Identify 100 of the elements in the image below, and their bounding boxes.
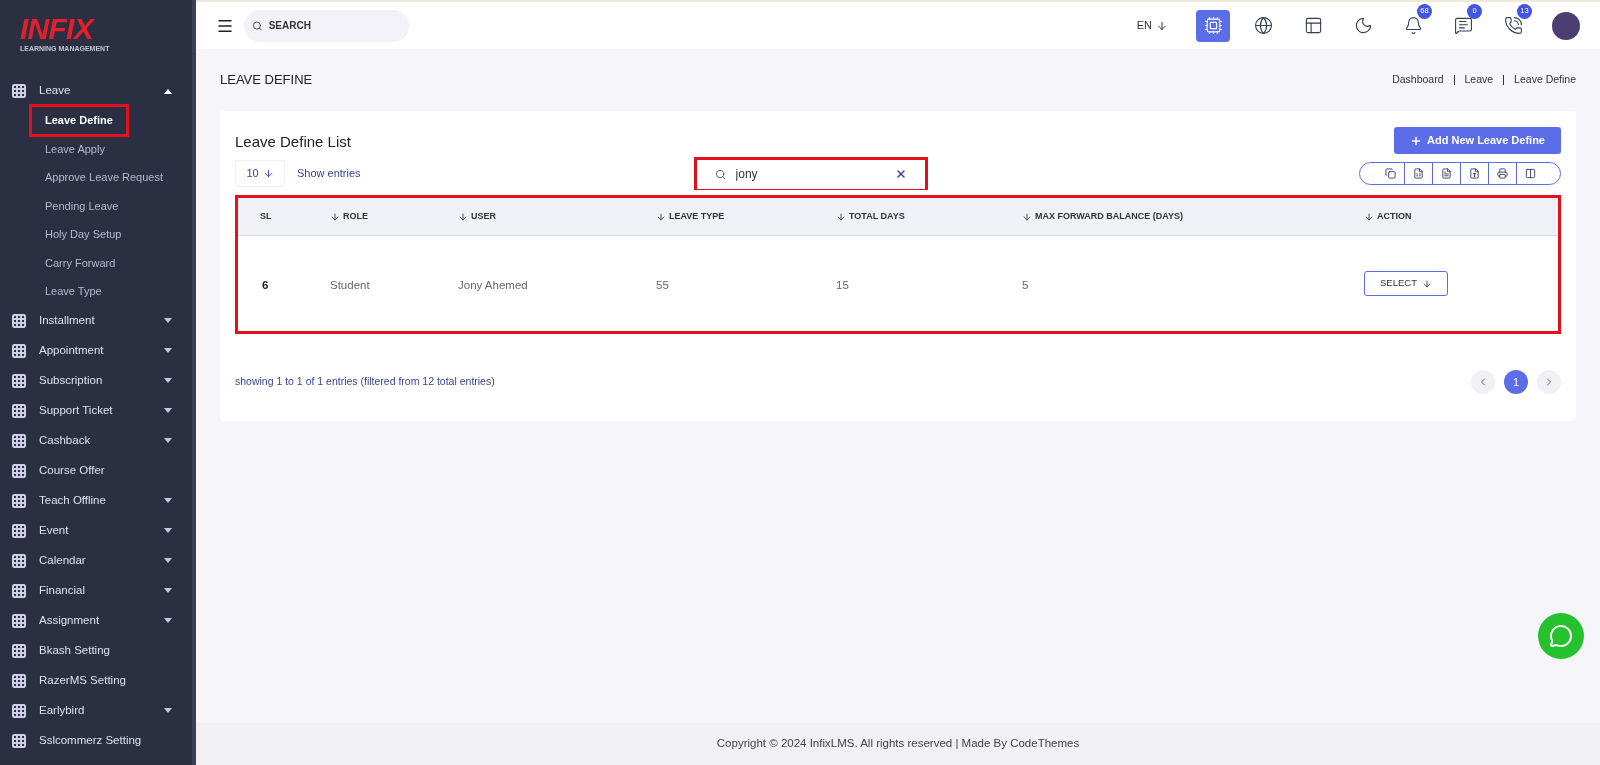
table-info: showing 1 to 1 of 1 entries (filtered from 12 total entries) [235, 374, 495, 390]
columns-icon[interactable] [1525, 167, 1536, 179]
sidebar-item[interactable]: Installment [0, 305, 192, 336]
grid-icon [11, 83, 27, 99]
caret-icon [164, 348, 172, 353]
search-icon [714, 168, 726, 180]
sidebar-item[interactable]: Bkash Setting [0, 635, 192, 666]
caret-icon [164, 378, 172, 383]
add-button[interactable]: Add New Leave Define [1394, 127, 1561, 154]
caret-icon [164, 408, 172, 413]
table-cell: 55 [656, 278, 669, 291]
sidebar-item[interactable]: Course Offer [0, 455, 192, 486]
column-header[interactable]: USER [458, 209, 496, 224]
grid-icon [11, 402, 27, 419]
column-header[interactable]: LEAVE TYPE [656, 209, 725, 224]
table-cell: 6 [262, 278, 269, 291]
moon-icon [1353, 16, 1373, 35]
grid-icon [11, 492, 27, 509]
clear-icon[interactable] [894, 168, 907, 180]
page-button[interactable]: 1 [1504, 370, 1528, 394]
sort-icon [330, 211, 340, 222]
breadcrumb-link[interactable]: Leave Define [1514, 72, 1576, 88]
sidebar-item[interactable]: Leave [0, 76, 192, 106]
arrow-down-icon [1422, 278, 1432, 289]
search-field[interactable]: SEARCH [244, 9, 409, 42]
column-header[interactable]: SL [260, 209, 272, 224]
table-search-field[interactable]: jony [693, 156, 928, 190]
breadcrumb-link[interactable]: Leave [1464, 72, 1494, 88]
table-cell: 15 [836, 278, 849, 291]
sidebar-item[interactable]: Appointment [0, 335, 192, 366]
sidebar-item[interactable]: Financial [0, 575, 192, 606]
table-cell: Jony Ahemed [458, 278, 528, 291]
globe-icon [1253, 16, 1273, 35]
column-header[interactable]: TOTAL DAYS [836, 209, 905, 224]
caret-icon [164, 558, 172, 563]
language-dropdown[interactable]: EN [1136, 17, 1168, 34]
sidebar-subitem[interactable]: Leave Define [29, 104, 129, 137]
sidebar-item[interactable]: Earlybird [0, 695, 192, 726]
arrow-down-icon [1156, 19, 1168, 32]
caret-icon [164, 708, 172, 713]
sidebar-item[interactable]: Cashback [0, 425, 192, 456]
column-header[interactable]: MAX FORWARD BALANCE (DAYS) [1022, 209, 1183, 224]
sidebar-item[interactable]: RazerMS Setting [0, 665, 192, 696]
sidebar-item[interactable]: Sslcommerz Setting [0, 725, 192, 756]
avatar[interactable] [1552, 11, 1580, 40]
notifications-icon [1403, 16, 1423, 35]
caret-icon [164, 618, 172, 623]
search-icon [252, 19, 263, 32]
spreadsheet-icon[interactable] [1413, 167, 1424, 179]
copyright-text: Copyright © 2024 InfixLMS. All rights reserved | Made By CodeThemes [716, 736, 1080, 752]
grid-icon [11, 312, 27, 329]
search-input[interactable]: SEARCH [268, 18, 401, 33]
chip-icon [1203, 16, 1223, 35]
caret-icon [164, 588, 172, 593]
grid-icon [11, 612, 27, 629]
sort-icon [1022, 211, 1032, 222]
document-icon[interactable] [1441, 167, 1452, 179]
file-icon[interactable] [1469, 167, 1480, 179]
caret-icon [164, 438, 172, 443]
sidebar-item[interactable]: Teach Offline [0, 485, 192, 516]
print-icon[interactable] [1497, 167, 1508, 179]
grid-icon [11, 582, 27, 599]
sidebar-item[interactable]: Assignment [0, 605, 192, 636]
sidebar-item[interactable]: Support Ticket [0, 395, 192, 426]
sidebar-item[interactable]: Event [0, 515, 192, 546]
breadcrumb-link[interactable]: Dashboard [1392, 72, 1444, 88]
grid-icon [11, 702, 27, 719]
sidebar-item[interactable]: Subscription [0, 365, 192, 396]
grid-icon [11, 372, 27, 389]
sidebar-item[interactable]: Calendar [0, 545, 192, 576]
caret-icon [164, 528, 172, 533]
page-title: LEAVE DEFINE [220, 71, 313, 90]
ai-button[interactable] [1196, 9, 1230, 42]
copy-icon[interactable] [1384, 167, 1396, 179]
grid-icon [11, 342, 27, 359]
sort-icon [656, 211, 666, 222]
caret-icon [164, 88, 172, 94]
layout-icon [1303, 16, 1323, 35]
table-cell: 5 [1022, 278, 1029, 291]
column-header[interactable]: ACTION [1364, 209, 1412, 224]
grid-icon [11, 672, 27, 689]
select-dropdown[interactable]: SELECT [1364, 271, 1448, 296]
caret-icon [164, 318, 172, 323]
page-size-dropdown[interactable]: 10 [235, 159, 285, 187]
chat-bubble-icon [1549, 624, 1573, 648]
sort-icon [1364, 211, 1374, 222]
table-cell: Student [330, 278, 370, 291]
chat-icon [1453, 16, 1473, 35]
card-title: Leave Define List [235, 132, 351, 152]
arrow-down-icon [262, 167, 274, 179]
show-entries-label: Show entries [297, 165, 361, 181]
grid-icon [11, 732, 27, 749]
grid-icon [11, 462, 27, 479]
column-header[interactable]: ROLE [330, 209, 368, 224]
search-input[interactable]: jony [735, 165, 866, 183]
grid-icon [11, 642, 27, 659]
sort-icon [458, 211, 468, 222]
logo-text: INFIX [20, 14, 96, 44]
caret-icon [164, 498, 172, 503]
sort-icon [836, 211, 846, 222]
